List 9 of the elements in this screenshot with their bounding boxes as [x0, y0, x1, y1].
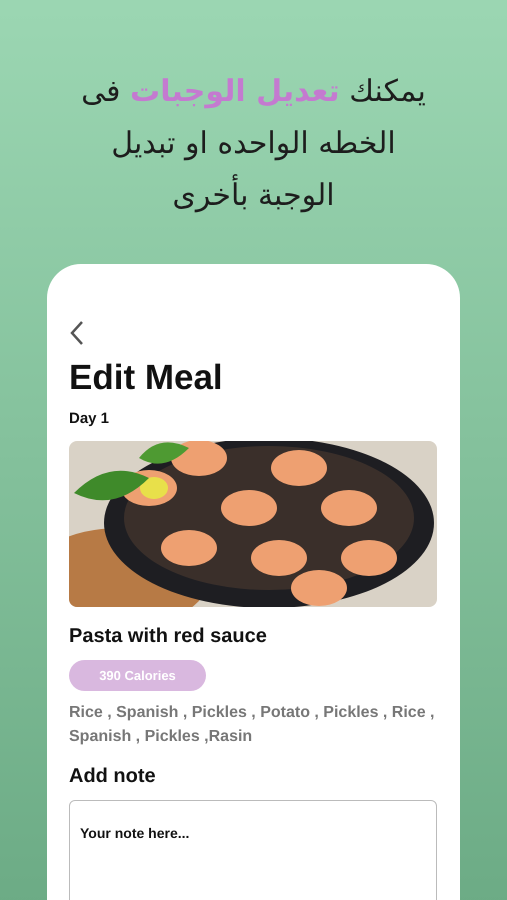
calories-badge: 390 Calories: [69, 660, 206, 691]
note-label: Add note: [69, 765, 157, 788]
ingredients-text: Rice , Spanish , Pickles , Potato , Pickles , Rice , Spanish , Pickles ,Rasin: [69, 703, 436, 747]
meal-name: Pasta with red sauce: [69, 625, 268, 648]
day-label: Day 1: [69, 410, 110, 427]
screen-title: Edit Meal: [69, 358, 224, 398]
back-icon[interactable]: [69, 320, 85, 346]
headline: يمكنك تعديل الوجبات فى الخطه الواحده او تبديل الوجبة بأخرى: [80, 73, 427, 215]
note-field[interactable]: Your note here...: [69, 800, 437, 900]
